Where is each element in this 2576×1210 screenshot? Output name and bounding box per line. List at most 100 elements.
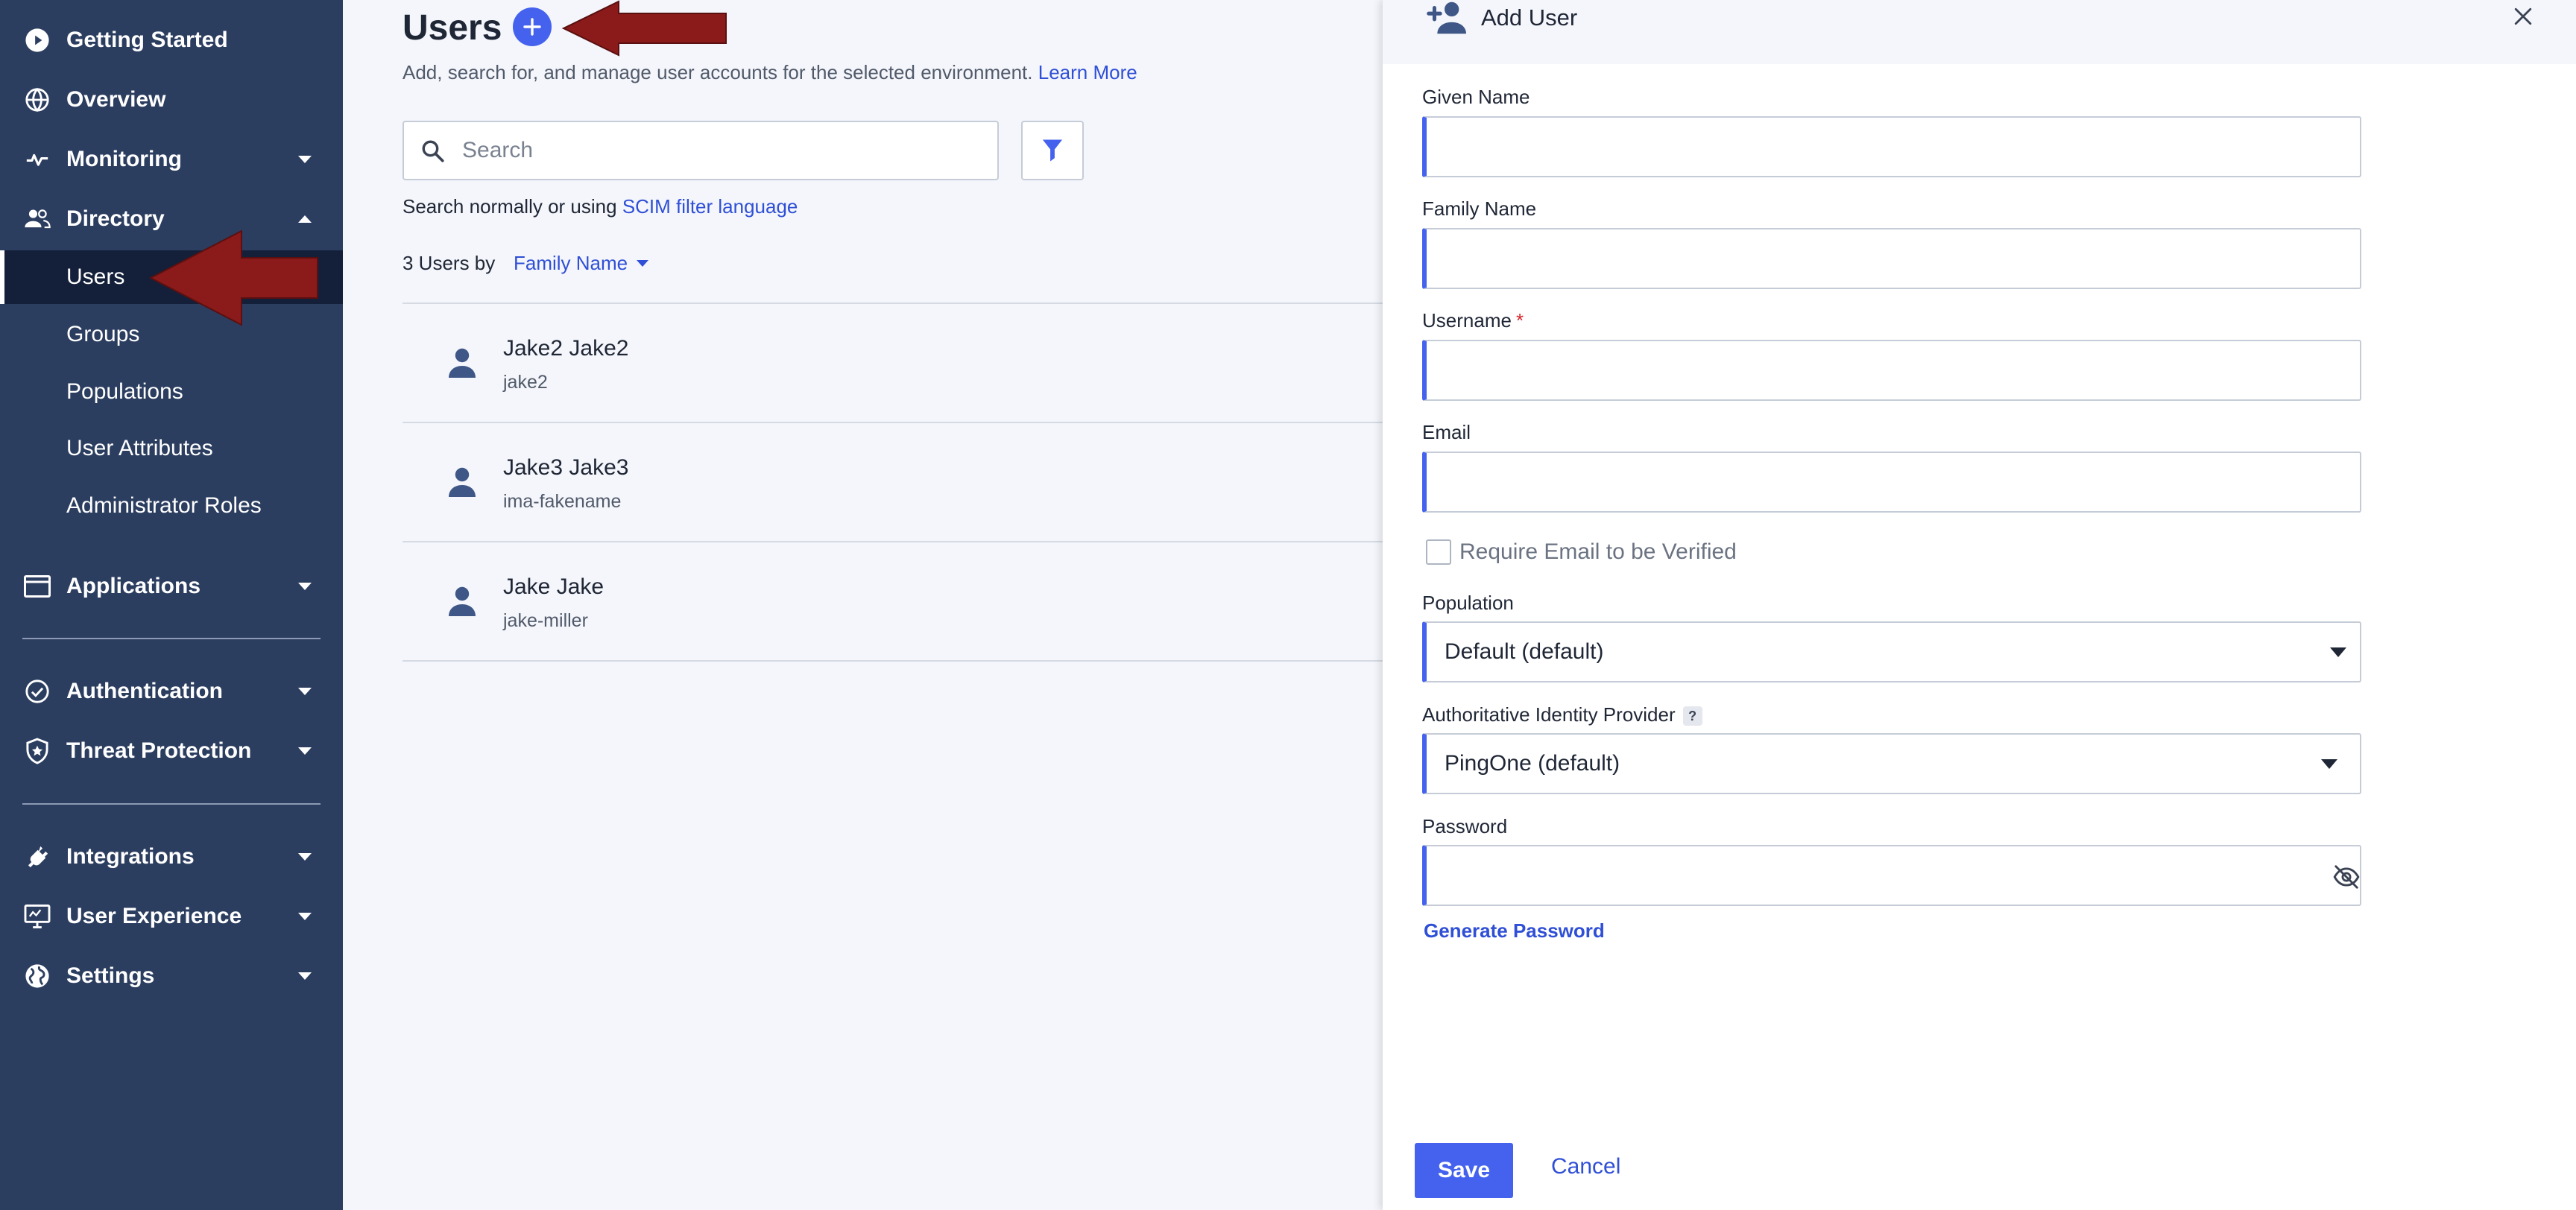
- learn-more-link[interactable]: Learn More: [1038, 61, 1137, 83]
- chevron-down-icon: [297, 683, 313, 700]
- user-username: jake-miller: [503, 610, 588, 631]
- nav-label: Authentication: [66, 679, 223, 703]
- idp-value: PingOne (default): [1445, 751, 1620, 776]
- username-input[interactable]: [1427, 341, 2360, 399]
- user-row[interactable]: Jake Jake jake-miller: [402, 542, 1383, 661]
- chevron-up-icon: [297, 211, 313, 227]
- required-marker: *: [1515, 309, 1524, 332]
- population-value: Default (default): [1445, 639, 1604, 664]
- nav-overview[interactable]: Overview: [0, 74, 343, 126]
- email-field: [1422, 452, 2361, 513]
- nav-threat-protection[interactable]: Threat Protection: [0, 725, 343, 777]
- eye-slash-icon[interactable]: [2332, 863, 2361, 891]
- add-person-icon: [1427, 1, 1466, 34]
- given-name-field: [1422, 116, 2361, 177]
- nav-label: Settings: [66, 963, 155, 988]
- username-label-text: Username: [1422, 309, 1512, 332]
- nav-getting-started[interactable]: Getting Started: [0, 14, 343, 66]
- given-name-input[interactable]: [1427, 118, 2360, 176]
- user-username: ima-fakename: [503, 491, 622, 512]
- sidebar-item-administrator-roles[interactable]: Administrator Roles: [0, 479, 343, 533]
- chevron-down-icon: [297, 968, 313, 984]
- play-circle-icon: [22, 25, 52, 55]
- caret-down-icon: [637, 259, 649, 267]
- require-email-verified-checkbox[interactable]: [1426, 539, 1451, 565]
- user-count: 3 Users by: [402, 252, 496, 274]
- world-icon: [22, 961, 52, 991]
- sidebar-item-label: Groups: [66, 322, 140, 346]
- user-name: Jake2 Jake2: [503, 336, 629, 361]
- sort-value: Family Name: [514, 252, 628, 274]
- page-subtitle: Add, search for, and manage user account…: [402, 61, 1137, 84]
- require-email-verified-label: Require Email to be Verified: [1459, 539, 1737, 564]
- population-select[interactable]: Default (default): [1422, 621, 2361, 682]
- monitor-icon: [22, 902, 52, 931]
- filter-icon: [1042, 139, 1063, 162]
- email-input[interactable]: [1427, 453, 2360, 511]
- nav-label: Integrations: [66, 844, 195, 869]
- user-row[interactable]: Jake3 Jake3 ima-fakename: [402, 422, 1383, 542]
- family-name-input[interactable]: [1427, 229, 2360, 288]
- user-name: Jake Jake: [503, 574, 604, 599]
- chevron-down-icon: [297, 743, 313, 759]
- scim-filter-link[interactable]: SCIM filter language: [622, 195, 798, 218]
- nav-authentication[interactable]: Authentication: [0, 665, 343, 718]
- person-icon: [449, 467, 476, 497]
- sidebar: Getting Started Overview Monitoring Dire…: [0, 0, 343, 1210]
- sidebar-item-label: User Attributes: [66, 436, 213, 460]
- plus-icon: [523, 18, 541, 36]
- password-label: Password: [1422, 815, 1508, 837]
- main-content: Users Add, search for, and manage user a…: [343, 0, 1383, 1210]
- cancel-button[interactable]: Cancel: [1551, 1154, 1620, 1179]
- username-field: [1422, 340, 2361, 401]
- subtitle-text: Add, search for, and manage user account…: [402, 61, 1033, 83]
- shield-star-icon: [22, 736, 52, 766]
- user-row[interactable]: Jake2 Jake2 jake2: [402, 303, 1383, 422]
- idp-label-text: Authoritative Identity Provider: [1422, 703, 1676, 726]
- nav-label: Getting Started: [66, 28, 228, 52]
- nav-label: Overview: [66, 87, 166, 112]
- nav-user-experience[interactable]: User Experience: [0, 890, 343, 943]
- list-divider: [402, 660, 1383, 662]
- plug-icon: [22, 842, 52, 872]
- nav-monitoring[interactable]: Monitoring: [0, 133, 343, 186]
- person-icon: [449, 348, 476, 378]
- check-circle-icon: [22, 677, 52, 706]
- nav-applications[interactable]: Applications: [0, 560, 343, 612]
- sidebar-item-user-attributes[interactable]: User Attributes: [0, 422, 343, 475]
- caret-down-icon: [2321, 759, 2337, 769]
- sidebar-item-populations[interactable]: Populations: [0, 365, 343, 419]
- idp-select[interactable]: PingOne (default): [1422, 733, 2361, 794]
- generate-password-link[interactable]: Generate Password: [1424, 919, 1605, 943]
- pulse-icon: [22, 145, 52, 174]
- help-icon[interactable]: ?: [1682, 706, 1702, 726]
- password-input[interactable]: [1427, 846, 2360, 905]
- family-name-label: Family Name: [1422, 197, 1537, 220]
- panel-header: Add User: [1383, 0, 2576, 64]
- family-name-field: [1422, 228, 2361, 289]
- globe-icon: [22, 85, 52, 115]
- people-icon: [22, 204, 52, 234]
- nav-integrations[interactable]: Integrations: [0, 831, 343, 883]
- panel-title: Add User: [1481, 4, 1578, 31]
- idp-label: Authoritative Identity Provider?: [1422, 703, 1702, 726]
- sidebar-item-label: Administrator Roles: [66, 493, 262, 518]
- sort-select[interactable]: Family Name: [514, 252, 649, 275]
- nav-settings[interactable]: Settings: [0, 950, 343, 1002]
- filter-button[interactable]: [1021, 121, 1084, 180]
- sidebar-item-label: Populations: [66, 379, 183, 404]
- close-icon[interactable]: [2513, 6, 2534, 27]
- add-user-button[interactable]: [513, 7, 552, 46]
- chevron-down-icon: [297, 151, 313, 168]
- annotation-arrow-icon: [561, 0, 727, 57]
- nav-label: Monitoring: [66, 147, 182, 171]
- given-name-label: Given Name: [1422, 86, 1530, 108]
- search-input[interactable]: [462, 134, 984, 167]
- user-username: jake2: [503, 372, 548, 393]
- nav-label: Threat Protection: [66, 738, 252, 763]
- save-button[interactable]: Save: [1415, 1143, 1513, 1198]
- user-name: Jake3 Jake3: [503, 455, 629, 480]
- email-label: Email: [1422, 421, 1471, 443]
- chevron-down-icon: [297, 578, 313, 595]
- annotation-arrow-icon: [148, 229, 318, 326]
